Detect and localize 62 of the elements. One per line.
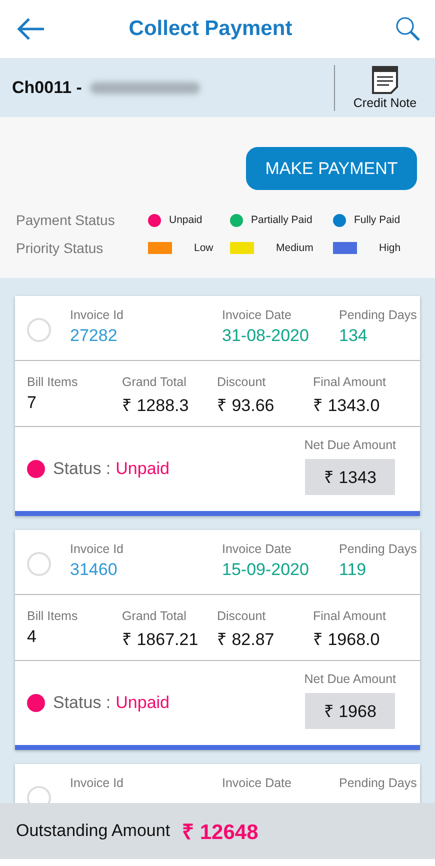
final-amount: ₹ 1968.0 <box>313 629 381 650</box>
field-label: Bill Items <box>27 609 79 623</box>
field-label: Invoice Date <box>222 542 292 556</box>
field-label: Final Amount <box>313 609 387 623</box>
radio-button[interactable] <box>27 786 51 803</box>
legend-label: Fully Paid <box>354 214 400 226</box>
field-label: Pending Days <box>339 542 418 556</box>
invoice-date: 15-09-2020 <box>222 560 310 580</box>
status-label: Status : <box>53 693 111 713</box>
legend-label: Low <box>194 242 214 254</box>
make-payment-button[interactable]: MAKE PAYMENT <box>246 147 417 190</box>
invoice-date: 31-08-2020 <box>222 326 310 346</box>
legend-title: Priority Status <box>16 240 104 256</box>
status-value: Unpaid <box>116 459 170 479</box>
status-label: Status : <box>53 459 111 479</box>
legend-label: Medium <box>276 242 314 254</box>
outstanding-amount: ₹ 12648 <box>182 820 258 845</box>
field-label: Invoice Date <box>222 308 292 322</box>
bill-items: 4 <box>27 627 38 647</box>
field-label: Net Due Amount <box>304 672 396 686</box>
radio-button[interactable] <box>27 552 51 576</box>
field-label: Discount <box>217 609 267 623</box>
final-amount: ₹ 1343.0 <box>313 395 381 416</box>
note-icon <box>372 66 398 94</box>
field-label: Pending Days <box>339 308 418 322</box>
grand-total: ₹ 1867.21 <box>122 629 200 650</box>
field-label: Pending Days <box>339 776 418 790</box>
credit-note-button[interactable]: Credit Note <box>335 66 435 110</box>
field-label: Net Due Amount <box>304 438 396 452</box>
pending-days: 134 <box>339 326 420 346</box>
invoice-id: 27282 <box>70 326 118 346</box>
net-due-amount: ₹ 1343 <box>305 458 396 494</box>
invoice-id: 31460 <box>70 560 118 580</box>
search-button[interactable] <box>395 16 421 42</box>
legend-title: Payment Status <box>16 212 116 228</box>
discount: ₹ 93.66 <box>217 395 276 416</box>
pending-days: 119 <box>339 560 420 580</box>
field-label: Invoice Id <box>70 776 125 790</box>
field-label: Invoice Id <box>70 308 125 322</box>
invoice-card[interactable]: Invoice Id 31460 Invoice Date 15-09-2020 Pending Days 119 Bill Items 4 Grand Total ₹ 1867.21 Discount ₹ 82.87 Final Amount ₹ 1968.0 Status : Unpaid Net Due Amount ₹ 1968 <box>15 530 420 750</box>
field-label: Bill Items <box>27 375 79 389</box>
field-label: Invoice Date <box>222 776 292 790</box>
page-title: Collect Payment <box>128 17 294 41</box>
status-value: Unpaid <box>116 693 170 713</box>
field-label: Discount <box>217 375 267 389</box>
field-label: Final Amount <box>313 375 387 389</box>
legend-label: Partially Paid <box>251 214 312 226</box>
invoice-card[interactable]: Invoice Id Invoice Date Pending Days <box>15 764 420 803</box>
bill-items: 7 <box>27 393 38 413</box>
grand-total: ₹ 1288.3 <box>122 395 190 416</box>
radio-button[interactable] <box>27 318 51 342</box>
field-label: Invoice Id <box>70 542 125 556</box>
customer-code: Ch0011 - <box>12 78 82 98</box>
outstanding-label: Outstanding Amount <box>16 821 170 841</box>
field-label: Grand Total <box>122 375 188 389</box>
legend-label: High <box>379 242 401 254</box>
net-due-amount: ₹ 1968 <box>305 692 396 728</box>
back-button[interactable] <box>16 17 46 41</box>
discount: ₹ 82.87 <box>217 629 276 650</box>
field-label: Grand Total <box>122 609 188 623</box>
invoice-card[interactable]: Invoice Id 27282 Invoice Date 31-08-2020 Pending Days 134 Bill Items 7 Grand Total ₹ 1288.3 Discount ₹ 93.66 Final Amount ₹ 1343.0 Status : Unpaid Net Due Amount ₹ 1343 <box>15 296 420 516</box>
legend-label: Unpaid <box>169 214 202 226</box>
